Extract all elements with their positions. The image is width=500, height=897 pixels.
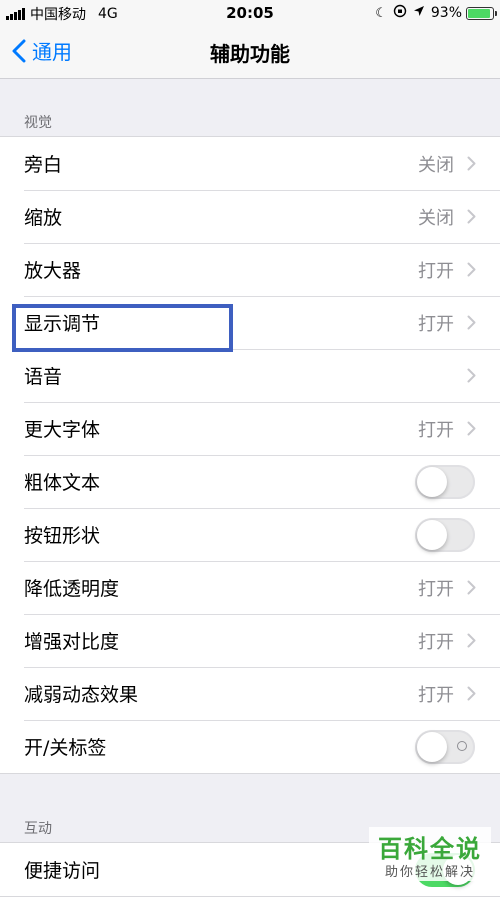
watermark-title: 百科全说 — [378, 835, 482, 863]
row-value: 关闭 — [418, 154, 454, 176]
navigation-bar: 通用 辅助功能 — [0, 26, 500, 79]
chevron-right-icon — [467, 315, 476, 330]
chevron-right-icon — [467, 368, 476, 383]
toggle-off-indicator-icon — [457, 741, 467, 751]
battery-percent: 93% — [430, 5, 462, 21]
row-label: 更大字体 — [24, 419, 101, 441]
section-header-interaction: 互动 — [24, 821, 52, 837]
row-value: 打开 — [418, 578, 454, 600]
status-bar: 中国移动 4G 20:05 ☾ 93% — [0, 0, 500, 26]
settings-row: 开/关标签 — [0, 720, 500, 773]
settings-row[interactable]: 减弱动态效果 打开 — [0, 667, 500, 720]
settings-row[interactable]: 显示调节 打开 — [0, 296, 500, 349]
location-icon — [413, 5, 425, 21]
row-value: 打开 — [418, 260, 454, 282]
row-label: 缩放 — [24, 207, 63, 229]
toggle-knob — [417, 467, 447, 497]
chevron-right-icon — [467, 262, 476, 277]
row-value: 打开 — [418, 631, 454, 653]
row-value: 打开 — [418, 684, 454, 706]
row-label: 旁白 — [24, 154, 63, 176]
toggle-switch[interactable] — [415, 465, 475, 499]
toggle-switch[interactable] — [415, 730, 475, 764]
settings-row[interactable]: 缩放 关闭 — [0, 190, 500, 243]
orientation-lock-icon — [393, 4, 407, 22]
row-label: 显示调节 — [24, 313, 101, 335]
row-label: 语音 — [24, 366, 63, 388]
watermark-subtitle: 助你轻松解决 — [384, 865, 475, 880]
battery-icon — [466, 6, 497, 20]
settings-row: 按钮形状 — [0, 508, 500, 561]
page-title: 辅助功能 — [210, 42, 290, 66]
section-header-vision: 视觉 — [24, 115, 52, 131]
settings-row[interactable]: 语音 — [0, 349, 500, 402]
row-label: 开/关标签 — [24, 737, 107, 759]
row-label: 降低透明度 — [24, 578, 120, 600]
settings-row[interactable]: 降低透明度 打开 — [0, 561, 500, 614]
toggle-knob — [417, 520, 447, 550]
row-value: 关闭 — [418, 207, 454, 229]
chevron-right-icon — [467, 421, 476, 436]
row-value: 打开 — [418, 313, 454, 335]
row-value: 打开 — [418, 419, 454, 441]
settings-row[interactable]: 更大字体 打开 — [0, 402, 500, 455]
settings-row: 粗体文本 — [0, 455, 500, 508]
chevron-right-icon — [467, 156, 476, 171]
chevron-right-icon — [467, 209, 476, 224]
row-label: 便捷访问 — [24, 860, 101, 882]
vision-settings-group: 旁白 关闭 缩放 关闭 放大器 打开 显示调节 打开 语音 更大字体 打开 粗体文本 按钮形状 降低透明度… — [0, 136, 500, 774]
toggle-switch[interactable] — [415, 518, 475, 552]
settings-row[interactable]: 放大器 打开 — [0, 243, 500, 296]
row-label: 放大器 — [24, 260, 82, 282]
watermark-logo: 百科全说 助你轻松解决 — [369, 827, 491, 881]
battery-fill — [468, 8, 491, 18]
row-label: 增强对比度 — [24, 631, 120, 653]
row-label: 粗体文本 — [24, 472, 101, 494]
chevron-right-icon — [467, 686, 476, 701]
row-label: 减弱动态效果 — [24, 684, 139, 706]
chevron-right-icon — [467, 580, 476, 595]
settings-row[interactable]: 旁白 关闭 — [0, 137, 500, 190]
settings-row[interactable]: 增强对比度 打开 — [0, 614, 500, 667]
chevron-right-icon — [467, 633, 476, 648]
moon-icon: ☾ — [375, 5, 387, 21]
row-label: 按钮形状 — [24, 525, 101, 547]
status-right: ☾ 93% — [375, 4, 497, 22]
toggle-knob — [417, 732, 447, 762]
